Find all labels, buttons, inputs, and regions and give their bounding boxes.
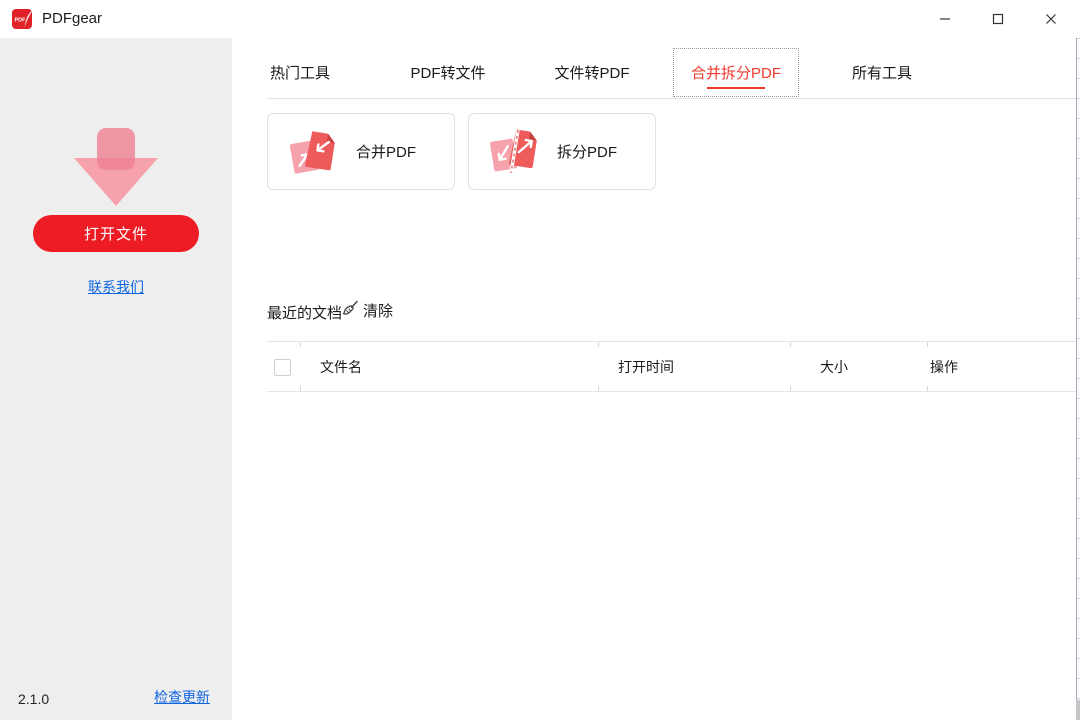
clear-label: 清除 [363, 303, 394, 320]
recent-documents-title: 最近的文档 [267, 305, 343, 322]
select-all-checkbox[interactable] [274, 359, 291, 376]
merge-pdf-card[interactable]: 合并PDF [267, 113, 455, 190]
column-header-size: 大小 [820, 358, 848, 375]
column-separator [790, 386, 791, 391]
contact-us-link[interactable]: 联系我们 [0, 277, 232, 297]
open-file-button[interactable]: 打开文件 [33, 215, 199, 252]
active-tab-underline [706, 87, 765, 89]
tab-hot-tools[interactable]: 热门工具 [270, 48, 330, 97]
tab-file-to-pdf[interactable]: 文件转PDF [554, 48, 629, 97]
recent-files-table-header: 文件名 打开时间 大小 操作 [267, 341, 1076, 392]
column-separator [598, 342, 599, 347]
tab-pdf-to-file[interactable]: PDF转文件 [410, 48, 485, 97]
column-header-operation: 操作 [930, 358, 958, 375]
merge-pdf-label: 合并PDF [356, 144, 417, 161]
split-pdf-icon [489, 127, 539, 177]
column-header-filename: 文件名 [320, 358, 362, 375]
column-separator [927, 386, 928, 391]
tab-bar-divider [267, 98, 1076, 99]
split-pdf-card[interactable]: 拆分PDF [468, 113, 656, 190]
tab-merge-split-pdf[interactable]: 合并拆分PDF [672, 48, 800, 97]
column-separator [300, 342, 301, 347]
close-button[interactable] [1035, 4, 1067, 34]
column-separator [300, 386, 301, 391]
column-header-open-time: 打开时间 [618, 358, 674, 375]
minimize-button[interactable] [929, 4, 961, 34]
column-separator [927, 342, 928, 347]
main-content: 热门工具 PDF转文件 文件转PDF 合并拆分PDF 所有工具 合并PDF 拆分… [232, 38, 1080, 720]
title-bar: PDF PDFgear [0, 0, 1080, 38]
tab-bar: 热门工具 PDF转文件 文件转PDF 合并拆分PDF 所有工具 [232, 38, 1080, 99]
column-separator [790, 342, 791, 347]
app-title: PDFgear [42, 10, 103, 27]
split-pdf-label: 拆分PDF [557, 144, 618, 161]
svg-text:PDF: PDF [15, 18, 27, 24]
maximize-button[interactable] [982, 4, 1014, 34]
download-arrow-icon [66, 126, 166, 210]
sidebar: 打开文件 联系我们 2.1.0 检查更新 [0, 38, 232, 720]
tab-all-tools[interactable]: 所有工具 [852, 48, 912, 97]
broom-icon [342, 300, 359, 321]
clear-recent-button[interactable]: 清除 [342, 300, 393, 321]
column-separator [598, 386, 599, 391]
background-window-sliver [1076, 38, 1080, 720]
check-update-link[interactable]: 检查更新 [154, 687, 210, 707]
merge-pdf-icon [288, 127, 338, 177]
version-label: 2.1.0 [18, 691, 50, 707]
pdfgear-logo-icon: PDF [12, 8, 34, 30]
background-window-sliver-footer [1076, 700, 1080, 720]
